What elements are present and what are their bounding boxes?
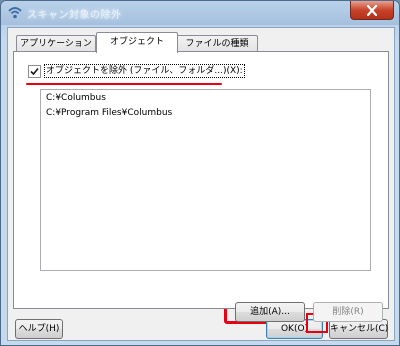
add-button[interactable]: 追加(A)... [235,302,305,322]
cancel-button[interactable]: キャンセル(C) [329,319,388,339]
dialog-window: スキャン対象の除外 アプリケーション オブジェクト ファイルの種類 オブジェクト… [0,0,400,346]
checkmark-icon [30,67,39,75]
tab-label: アプリケーション [20,39,92,49]
app-icon [8,7,22,19]
exclude-objects-row: オブジェクトを除外 (ファイル、フォルダ...)(X): [28,64,245,78]
tab-label: オブジェクト [109,37,164,47]
close-button[interactable] [350,1,394,20]
title-bar[interactable]: スキャン対象の除外 [1,1,399,25]
list-item[interactable]: C:¥Columbus [41,92,370,105]
objects-tab-panel: オブジェクトを除外 (ファイル、フォルダ...)(X): C:¥Columbus… [13,51,389,322]
tab-file-types[interactable]: ファイルの種類 [176,35,258,52]
list-item[interactable]: C:¥Program Files¥Columbus [41,107,370,120]
dialog-client-area: アプリケーション オブジェクト ファイルの種類 オブジェクトを除外 (ファイル、… [7,27,395,341]
excluded-objects-list[interactable]: C:¥Columbus C:¥Program Files¥Columbus [40,89,371,271]
close-icon [366,4,378,16]
remove-button[interactable]: 削除(R) [313,302,383,322]
tab-applications[interactable]: アプリケーション [16,35,96,52]
highlight-underline [26,83,222,85]
exclude-objects-checkbox[interactable] [28,64,41,78]
window-title: スキャン対象の除外 [27,10,122,21]
tab-objects[interactable]: オブジェクト [96,32,178,53]
help-button[interactable]: ヘルプ(H) [15,319,63,339]
exclude-objects-label[interactable]: オブジェクトを除外 (ファイル、フォルダ...)(X): [44,64,245,78]
tab-label: ファイルの種類 [185,39,249,49]
